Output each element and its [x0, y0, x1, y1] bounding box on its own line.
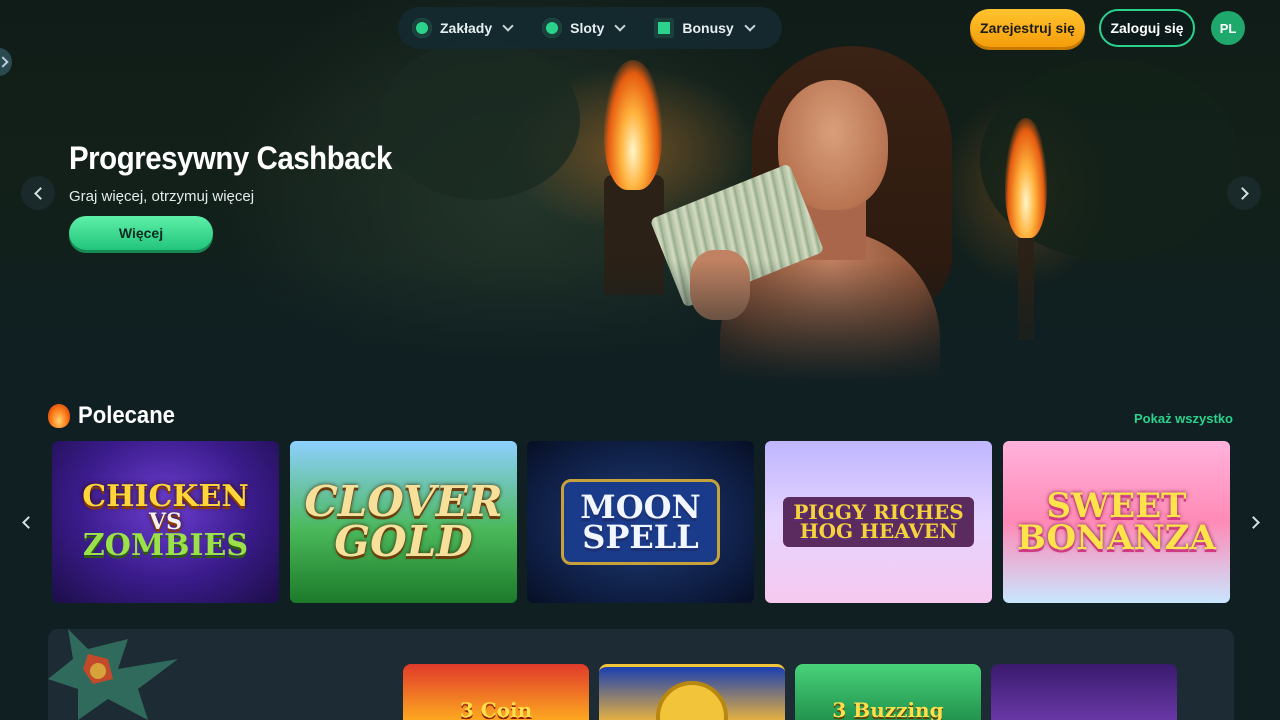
- chevron-down-icon: [614, 20, 627, 32]
- game-logo: Clover Gold: [304, 481, 502, 566]
- featured-prev-button[interactable]: [18, 507, 38, 537]
- promo-game-card[interactable]: [599, 664, 785, 720]
- nav-item-label: Bonusy: [682, 20, 734, 36]
- chevron-left-icon: [33, 186, 47, 200]
- game-logo: Moon Spell: [561, 478, 720, 566]
- nav-item-label: Sloty: [570, 20, 605, 36]
- torch-flame: [1005, 118, 1047, 238]
- hero-prev-button[interactable]: [21, 176, 55, 210]
- game-logo-line: Zombies: [82, 528, 249, 564]
- game-card-sweet-bonanza[interactable]: Sweet Bonanza: [1003, 441, 1230, 603]
- nav-item-sloty[interactable]: Sloty: [542, 18, 627, 38]
- promo-game-label: 3 Buzzing: [832, 698, 944, 720]
- game-logo-line: Spell: [582, 518, 699, 556]
- slots-icon: [542, 18, 563, 38]
- hero-title: Progresywny Cashback: [69, 140, 392, 176]
- hero-more-button[interactable]: Więcej: [69, 216, 213, 250]
- main-nav: Zakłady Sloty Bonusy: [398, 7, 782, 49]
- game-logo: Chicken vs Zombies: [82, 482, 249, 564]
- nav-item-bonusy[interactable]: Bonusy: [654, 18, 756, 38]
- hero-next-button[interactable]: [1227, 176, 1261, 210]
- game-card-chicken-vs-zombies[interactable]: Chicken vs Zombies: [52, 441, 279, 603]
- game-card-piggy-riches[interactable]: Piggy Riches Hog Heaven: [765, 441, 992, 603]
- promo-game-card[interactable]: [991, 664, 1177, 720]
- featured-section-header: Polecane: [48, 402, 183, 430]
- gold-coin-icon: [656, 681, 728, 720]
- hero-subtitle: Graj więcej, otrzymuj więcej: [69, 188, 255, 205]
- login-button[interactable]: Zaloguj się: [1099, 9, 1195, 47]
- game-card-moon-spell[interactable]: Moon Spell: [527, 441, 754, 603]
- language-selector[interactable]: PL: [1211, 11, 1245, 45]
- nav-item-zaklady[interactable]: Zakłady: [412, 18, 514, 38]
- chevron-left-icon: [21, 515, 35, 529]
- fire-icon: [48, 404, 70, 428]
- game-logo: Sweet Bonanza: [1017, 489, 1216, 558]
- chevron-down-icon: [502, 20, 514, 32]
- jungle-foliage: [380, 40, 580, 200]
- show-all-link[interactable]: Pokaż wszystko: [1134, 411, 1233, 426]
- promo-game-card[interactable]: 3 Coin: [403, 664, 589, 720]
- aztec-star-decoration: [48, 629, 178, 720]
- chevron-right-icon: [1246, 515, 1260, 529]
- featured-games-row: Chicken vs Zombies Clover Gold Moon Spel…: [52, 441, 1232, 603]
- register-button[interactable]: Zarejestruj się: [970, 9, 1085, 47]
- torch-flame: [604, 60, 662, 190]
- game-logo: Piggy Riches Hog Heaven: [783, 497, 974, 547]
- hero-fade: [0, 260, 1280, 380]
- game-logo-line: Bonanza: [1017, 518, 1216, 558]
- nav-item-label: Zakłady: [440, 20, 493, 36]
- chevron-down-icon: [744, 20, 756, 32]
- chevron-right-icon: [1235, 186, 1249, 200]
- game-logo-line: Hog Heaven: [799, 519, 958, 543]
- promo-game-card[interactable]: 3 Buzzing: [795, 664, 981, 720]
- game-logo-line: Gold: [334, 517, 473, 566]
- featured-next-button[interactable]: [1243, 507, 1263, 537]
- game-card-clover-gold[interactable]: Clover Gold: [290, 441, 517, 603]
- football-icon: [412, 18, 432, 38]
- promo-game-label: 3 Coin: [459, 698, 533, 720]
- promo-panel: 3 Coin 3 Buzzing: [48, 629, 1234, 720]
- section-title: Polecane: [78, 402, 175, 429]
- gift-cube-icon: [654, 18, 675, 38]
